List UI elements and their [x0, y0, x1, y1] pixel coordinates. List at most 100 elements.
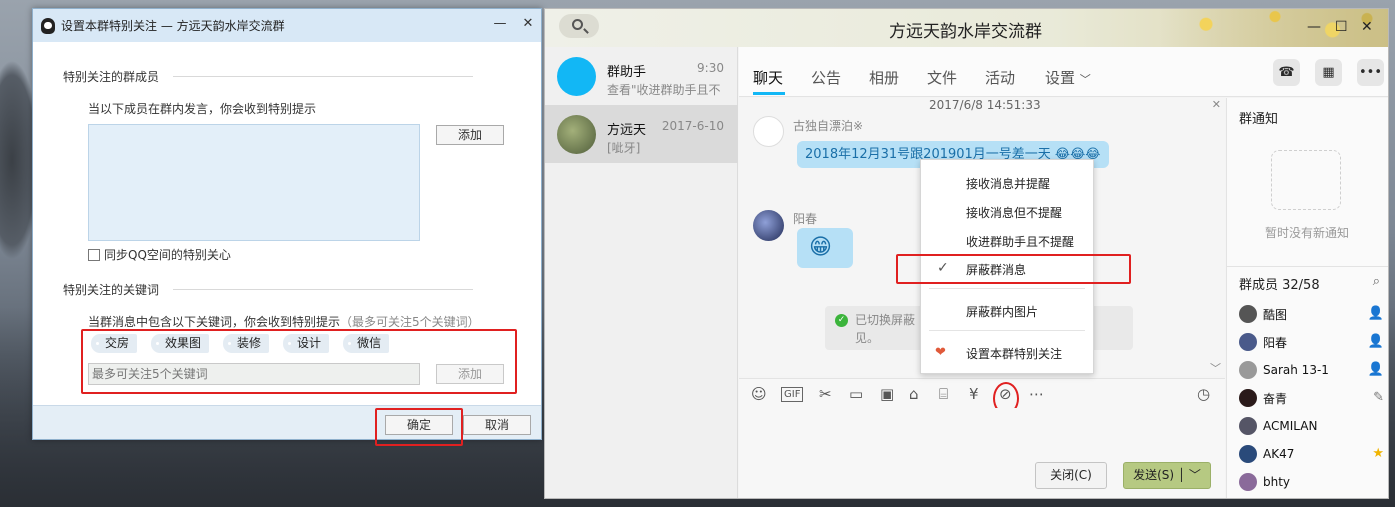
message-input[interactable]: 关闭(C) 发送(S) │ ﹀	[739, 408, 1225, 498]
search-button[interactable]	[559, 14, 599, 38]
search-icon[interactable]: ⌕	[1373, 274, 1380, 289]
phone-icon[interactable]: ☎	[1273, 59, 1300, 86]
emoji-icon[interactable]: ☺	[751, 387, 767, 402]
active-tab-indicator	[753, 92, 785, 95]
grin-emoji-icon: 😁	[809, 235, 832, 260]
close-chat-button[interactable]: 关闭(C)	[1035, 462, 1107, 489]
keywords-hint: 当群消息中包含以下关键词，你会收到特别提示（最多可关注5个关键词）	[88, 313, 480, 330]
highlight-keywords-box	[81, 329, 517, 394]
group-notice-empty: 暂时没有新通知	[1265, 226, 1350, 240]
notice-text: 已切换屏蔽	[855, 313, 916, 327]
shop-icon[interactable]: ⌂	[909, 387, 919, 402]
dialog-titlebar[interactable]: 设置本群特别关注 — 方远天韵水岸交流群	[33, 9, 541, 42]
edit-icon: ✎	[1373, 390, 1384, 405]
scissors-icon[interactable]: ✂	[819, 387, 832, 402]
tab-activity[interactable]: 活动	[985, 67, 1015, 88]
message-bubble[interactable]: 😁	[797, 228, 853, 268]
avatar	[1239, 389, 1257, 407]
tab-chat[interactable]: 聊天	[753, 67, 783, 88]
tab-album[interactable]: 相册	[869, 67, 899, 88]
admin-icon: 👤	[1367, 334, 1384, 349]
member-item[interactable]: AK47 ★	[1239, 444, 1384, 464]
member-list-box[interactable]	[88, 124, 420, 241]
divider	[173, 76, 473, 77]
keywords-hint-text: 当群消息中包含以下关键词，你会收到特别提示	[88, 315, 341, 329]
highlight-block-messages	[896, 254, 1131, 284]
avatar	[1239, 473, 1257, 491]
member-item[interactable]: 阳春 👤	[1239, 332, 1384, 352]
tab-files[interactable]: 文件	[927, 67, 957, 88]
chevron-down-icon[interactable]: ﹀	[1210, 360, 1221, 376]
history-icon[interactable]: ◷	[1197, 387, 1210, 402]
menu-special-attention[interactable]: 设置本群特别关注	[921, 340, 1093, 368]
folder-icon[interactable]: ▭	[849, 387, 863, 402]
group-sidebar: 群通知 暂时没有新通知 群成员 32/58 ⌕ 酷图 👤 阳春 👤 Sarah 13…	[1226, 98, 1388, 498]
avatar	[1239, 417, 1257, 435]
empty-notice-icon	[1271, 150, 1341, 210]
star-icon: ★	[1372, 446, 1384, 461]
tab-announcement[interactable]: 公告	[811, 67, 841, 88]
member-name: 奋青	[1263, 391, 1288, 406]
minimize-icon[interactable]: —	[493, 17, 507, 31]
divider	[173, 289, 473, 290]
chevron-down-icon[interactable]: ﹀	[1189, 468, 1201, 482]
member-name: bhty	[1263, 475, 1291, 489]
admin-icon: 👤	[1367, 362, 1384, 377]
member-item[interactable]: bhty	[1239, 472, 1384, 492]
sender-avatar[interactable]	[753, 210, 784, 241]
menu-receive-silent[interactable]: 接收消息但不提醒	[921, 199, 1093, 227]
add-member-button[interactable]: 添加	[436, 125, 504, 145]
sender-name: 阳春	[793, 212, 818, 226]
member-item[interactable]: 奋青 ✎	[1239, 388, 1384, 408]
avatar	[1239, 361, 1257, 379]
conversation-item[interactable]: 方远天 2017-6-10 [呲牙]	[545, 105, 738, 163]
send-button[interactable]: 发送(S) │ ﹀	[1123, 462, 1211, 489]
member-name: Sarah 13-1	[1263, 363, 1329, 377]
red-packet-icon[interactable]: ¥	[969, 387, 979, 402]
chevron-down-icon: ﹀	[1079, 73, 1091, 86]
input-toolbar: ☺ GIF ✂ ▭ ▣ ⌂ ⌸ ¥ ⊘ ⋯ ◷	[739, 378, 1225, 415]
chat-tabs-bar: 聊天 公告 相册 文件 活动 设置 ﹀ ☎ ▦ •••	[739, 47, 1388, 97]
gift-icon[interactable]: ⌸	[939, 387, 948, 402]
tab-settings[interactable]: 设置 ﹀	[1045, 67, 1091, 88]
conversation-item[interactable]: 群助手 9:30 查看"收进群助手且不	[545, 47, 738, 105]
group-avatar	[557, 115, 596, 154]
more-icon[interactable]: •••	[1357, 59, 1384, 86]
sync-qzone-row[interactable]: 同步QQ空间的特别关心	[88, 246, 231, 263]
qq-logo-icon	[41, 17, 55, 34]
conversation-time: 9:30	[697, 61, 724, 75]
minimize-icon[interactable]: —	[1307, 19, 1321, 35]
sender-name: 古独自漂泊※	[793, 119, 864, 133]
close-icon[interactable]: ✕	[1212, 98, 1221, 111]
menu-block-images[interactable]: 屏蔽群内图片	[921, 298, 1093, 326]
send-label: 发送(S)	[1133, 468, 1175, 482]
chat-window-titlebar[interactable]: 方远天韵水岸交流群 — ☐ ✕	[545, 9, 1388, 47]
menu-assistant-silent[interactable]: 收进群助手且不提醒	[921, 228, 1093, 256]
calendar-icon[interactable]: ▦	[1315, 59, 1342, 86]
image-icon[interactable]: ▣	[880, 387, 894, 402]
member-name: ACMILAN	[1263, 419, 1318, 433]
message-timestamp: 2017/6/8 14:51:33	[929, 98, 1041, 112]
member-item[interactable]: ACMILAN	[1239, 416, 1384, 436]
gif-icon[interactable]: GIF	[781, 387, 804, 402]
member-item[interactable]: 酷图 👤	[1239, 304, 1384, 324]
menu-receive-notify[interactable]: 接收消息并提醒	[921, 170, 1093, 198]
cancel-button[interactable]: 取消	[463, 415, 531, 435]
close-icon[interactable]: ✕	[1361, 19, 1373, 35]
conversation-name: 方远天	[607, 123, 647, 138]
conversation-preview: [呲牙]	[607, 141, 641, 155]
highlight-ok-box	[375, 408, 463, 446]
check-icon: ✓	[835, 314, 848, 327]
member-name: 阳春	[1263, 335, 1288, 350]
close-icon[interactable]: ✕	[521, 17, 535, 31]
sync-qzone-checkbox[interactable]	[88, 248, 100, 261]
owner-icon: 👤	[1367, 306, 1384, 321]
sender-avatar[interactable]	[753, 116, 784, 147]
member-item[interactable]: Sarah 13-1 👤	[1239, 360, 1384, 380]
more-icon[interactable]: ⋯	[1029, 387, 1044, 402]
sync-qzone-label: 同步QQ空间的特别关心	[104, 248, 231, 262]
members-title: 群成员 32/58	[1239, 278, 1320, 293]
tab-settings-label: 设置	[1045, 69, 1076, 87]
maximize-icon[interactable]: ☐	[1335, 19, 1348, 35]
members-section-title: 特别关注的群成员	[63, 70, 160, 84]
